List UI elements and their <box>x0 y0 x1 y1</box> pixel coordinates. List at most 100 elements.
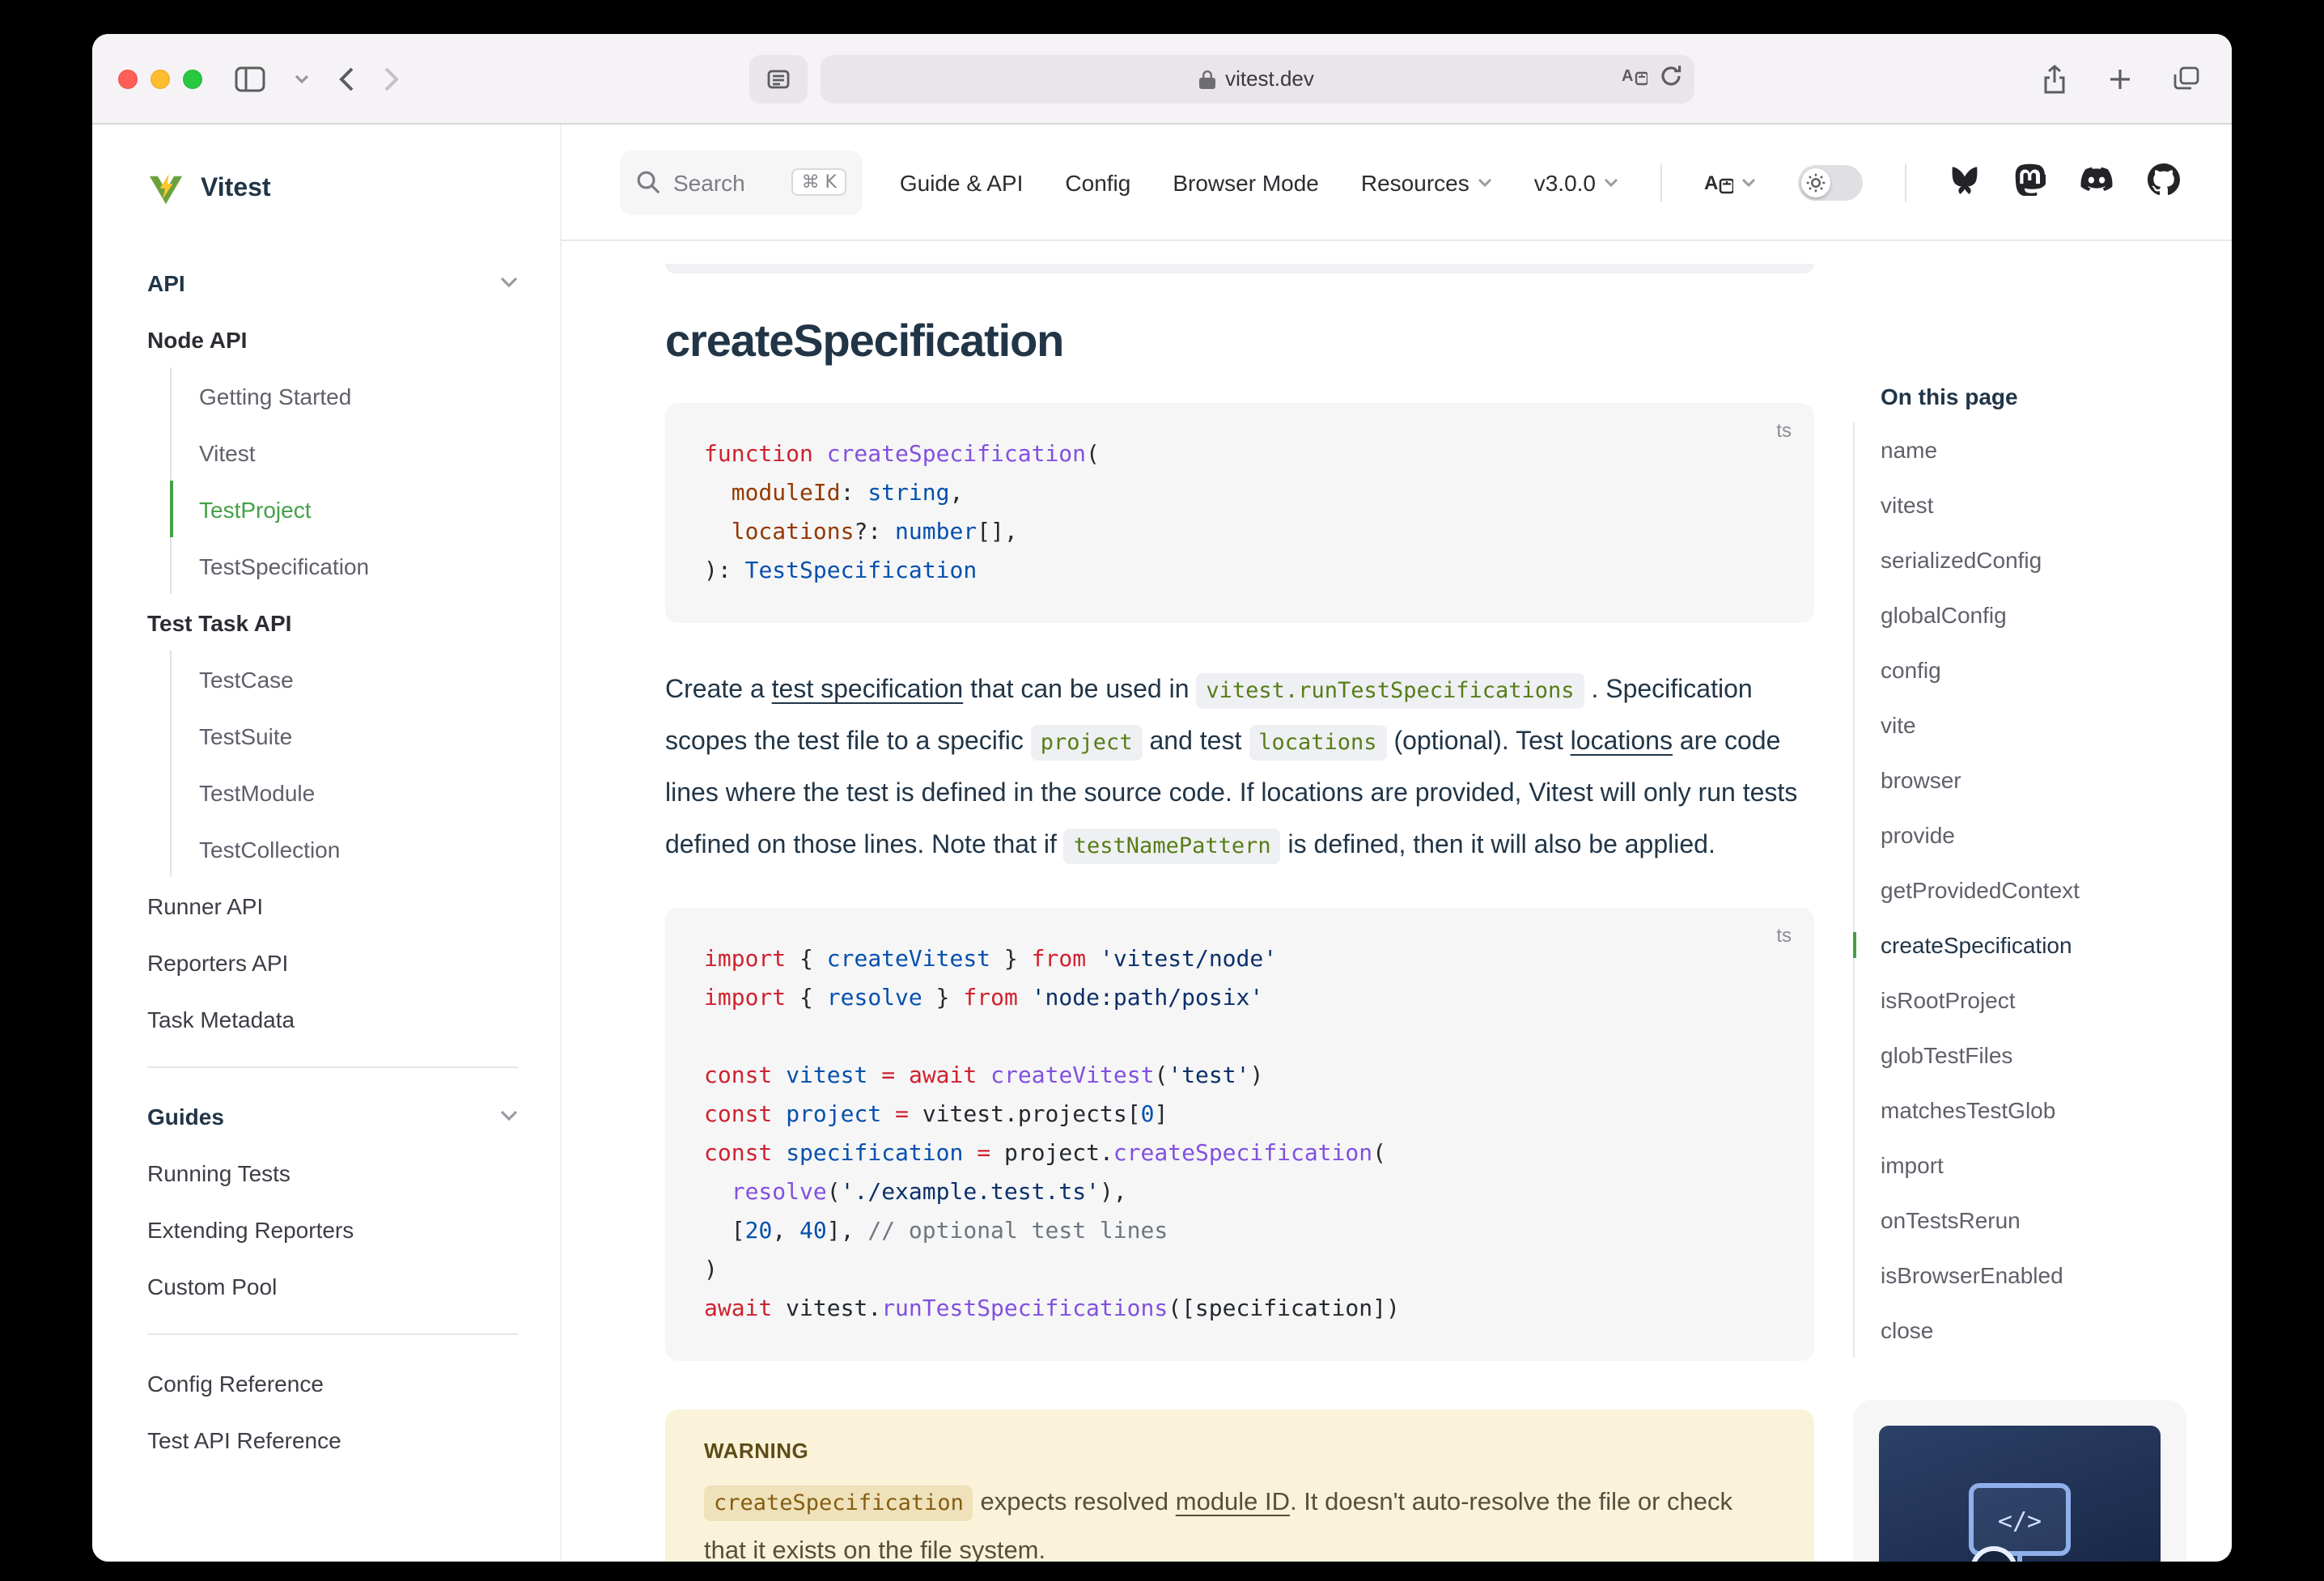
site-navbar: Search ⌘ K Guide & API Config Browser Mo… <box>562 125 2232 241</box>
reader-icon <box>766 69 789 88</box>
sidebar-toggle-button[interactable] <box>228 59 272 98</box>
new-tab-button[interactable] <box>2102 61 2138 96</box>
nav-version-menu[interactable]: v3.0.0 <box>1534 169 1618 195</box>
toc-item[interactable]: provide <box>1881 807 2186 863</box>
tab-group-menu-button[interactable] <box>288 67 316 90</box>
sidebar-section-api[interactable]: API <box>147 254 518 311</box>
mastodon-icon[interactable] <box>2015 163 2046 201</box>
search-input[interactable]: Search ⌘ K <box>620 150 863 214</box>
warning-title: WARNING <box>704 1439 1775 1463</box>
toc-item[interactable]: matchesTestGlob <box>1881 1083 2186 1138</box>
sidebar-item-testcase[interactable]: TestCase <box>170 651 518 707</box>
page: Vitest API Node API Getting Started Vite… <box>92 125 2232 1562</box>
sidebar-item-testspecification[interactable]: TestSpecification <box>170 537 518 594</box>
doc-content: createSpecification ts function createSp… <box>665 241 1814 1562</box>
nav-resources-menu[interactable]: Resources <box>1361 169 1492 195</box>
sidebar-item-custom-pool[interactable]: Custom Pool <box>147 1257 518 1314</box>
toc-item-active[interactable]: createSpecification <box>1881 918 2186 973</box>
sponsor-ad-image: </> <box>1879 1426 2161 1562</box>
site-logo-row[interactable]: Vitest <box>147 125 518 254</box>
sidebar-item-testsuite[interactable]: TestSuite <box>170 707 518 764</box>
sidebar-section-label: API <box>147 269 185 295</box>
sidebar-toggle-icon <box>235 66 265 91</box>
toc-item[interactable]: globalConfig <box>1881 587 2186 642</box>
lock-icon <box>1199 69 1215 88</box>
address-bar[interactable]: vitest.dev A <box>820 54 1694 103</box>
code-scan-illustration-icon: </> <box>1923 1466 2117 1562</box>
close-icon[interactable] <box>118 69 138 88</box>
toc-item[interactable]: config <box>1881 642 2186 697</box>
language-menu[interactable]: A <box>1704 169 1756 195</box>
sidebar-item-test-task-api[interactable]: Test Task API <box>147 594 518 651</box>
chevron-down-icon <box>1604 177 1618 187</box>
code-lang-label: ts <box>1776 419 1792 442</box>
forward-icon <box>384 66 400 91</box>
sidebar-item-vitest[interactable]: Vitest <box>170 424 518 481</box>
toc-item[interactable]: isRootProject <box>1881 973 2186 1028</box>
on-this-page: On this page name vitest serializedConfi… <box>1853 241 2186 1562</box>
toc-item[interactable]: globTestFiles <box>1881 1028 2186 1083</box>
language-icon: A <box>1704 169 1733 195</box>
sun-icon <box>1801 167 1830 197</box>
toc-item[interactable]: vite <box>1881 697 2186 752</box>
minimize-icon[interactable] <box>151 69 170 88</box>
nav-guide-api[interactable]: Guide & API <box>900 169 1024 195</box>
code-text: function createSpecification( moduleId: … <box>704 435 1775 591</box>
desktop-background: vitest.dev A <box>0 0 2324 1581</box>
github-icon[interactable] <box>2148 163 2180 201</box>
toc-item[interactable]: vitest <box>1881 477 2186 532</box>
sidebar-item-config-reference[interactable]: Config Reference <box>147 1354 518 1411</box>
back-icon <box>338 66 354 91</box>
translate-icon[interactable]: A <box>1621 65 1647 92</box>
bluesky-icon[interactable] <box>1949 165 1981 199</box>
window-controls <box>118 69 202 88</box>
sidebar-item-testcollection[interactable]: TestCollection <box>170 820 518 877</box>
sidebar-item-testproject[interactable]: TestProject <box>170 481 518 537</box>
warning-callout: WARNING createSpecification expects reso… <box>665 1409 1814 1562</box>
sidebar-item-testmodule[interactable]: TestModule <box>170 764 518 820</box>
zoom-icon[interactable] <box>183 69 202 88</box>
navbar-links: Guide & API Config Browser Mode Resource… <box>900 163 2180 201</box>
code-block-signature[interactable]: ts function createSpecification( moduleI… <box>665 403 1814 623</box>
back-button[interactable] <box>332 59 361 98</box>
theme-toggle[interactable] <box>1798 164 1863 200</box>
sidebar-item-task-metadata[interactable]: Task Metadata <box>147 990 518 1047</box>
nav-config[interactable]: Config <box>1065 169 1130 195</box>
nav-browser-mode[interactable]: Browser Mode <box>1173 169 1319 195</box>
sidebar-item-extending-reporters[interactable]: Extending Reporters <box>147 1201 518 1257</box>
sidebar-section-guides[interactable]: Guides <box>147 1087 518 1144</box>
toc-item[interactable]: name <box>1881 422 2186 477</box>
code-block-example[interactable]: ts import { createVitest } from 'vitest/… <box>665 908 1814 1361</box>
sponsor-ad[interactable]: </> <box>1853 1400 2186 1562</box>
sidebar-item-getting-started[interactable]: Getting Started <box>170 367 518 424</box>
sidebar-item-running-tests[interactable]: Running Tests <box>147 1144 518 1201</box>
chevron-down-icon <box>500 277 518 288</box>
code-text: import { createVitest } from 'vitest/nod… <box>704 940 1775 1329</box>
sidebar-item-node-api[interactable]: Node API <box>147 311 518 367</box>
toc-item[interactable]: onTestsRerun <box>1881 1193 2186 1248</box>
chevron-down-icon <box>500 1110 518 1121</box>
svg-text:</>: </> <box>1998 1507 2042 1536</box>
discord-icon[interactable] <box>2080 167 2114 197</box>
search-label: Search <box>673 169 745 195</box>
share-button[interactable] <box>2036 57 2073 100</box>
toc-item[interactable]: browser <box>1881 752 2186 807</box>
toc-item[interactable]: isBrowserEnabled <box>1881 1248 2186 1303</box>
sidebar-item-runner-api[interactable]: Runner API <box>147 877 518 934</box>
chevron-down-icon <box>295 74 309 83</box>
reload-icon[interactable] <box>1660 65 1681 92</box>
toc-item[interactable]: import <box>1881 1138 2186 1193</box>
reader-view-button[interactable] <box>749 54 807 103</box>
main-area: Search ⌘ K Guide & API Config Browser Mo… <box>562 125 2232 1562</box>
sidebar-divider <box>147 1333 518 1335</box>
forward-button[interactable] <box>377 59 406 98</box>
browser-window: vitest.dev A <box>92 34 2232 1562</box>
social-links <box>1949 163 2180 201</box>
toc-item[interactable]: serializedConfig <box>1881 532 2186 587</box>
sidebar-item-test-api-reference[interactable]: Test API Reference <box>147 1411 518 1468</box>
sidebar-item-reporters-api[interactable]: Reporters API <box>147 934 518 990</box>
sidebar-divider <box>147 1066 518 1068</box>
tab-overview-button[interactable] <box>2167 60 2206 97</box>
toc-item[interactable]: getProvidedContext <box>1881 863 2186 918</box>
toc-item[interactable]: close <box>1881 1303 2186 1358</box>
